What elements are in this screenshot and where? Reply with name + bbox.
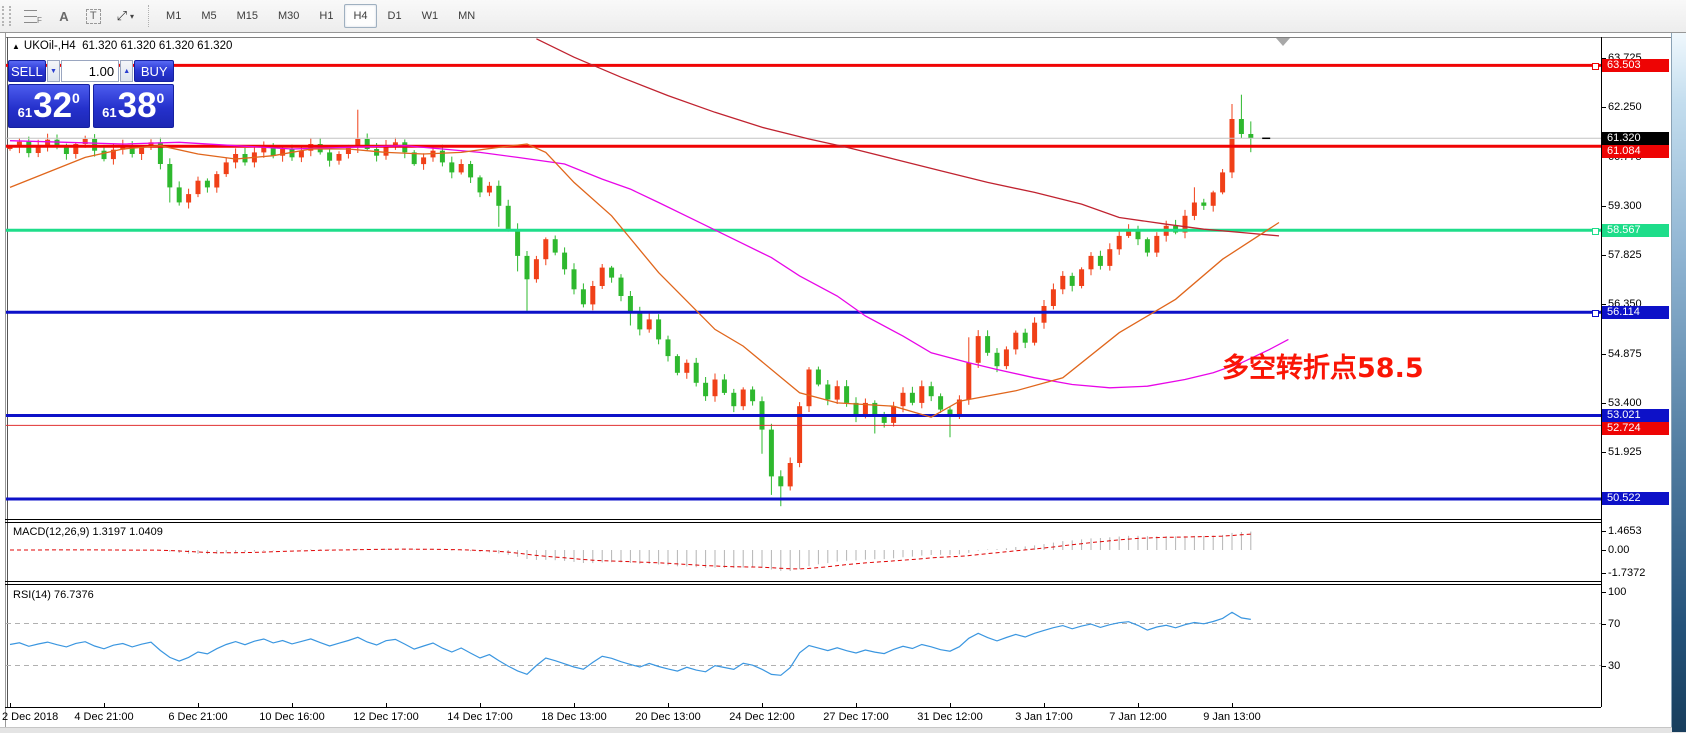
timeframe-M30[interactable]: M30 [269, 4, 308, 28]
rsi-tick [1601, 624, 1606, 625]
price-badge: 63.503 [1602, 59, 1669, 72]
price-tick [1601, 107, 1606, 108]
macd-tick [1601, 573, 1606, 574]
fibo-letter: F [37, 16, 42, 25]
bid-price-sup: 0 [72, 90, 80, 106]
rsi-axis-label: 100 [1608, 586, 1626, 598]
price-tick [1601, 255, 1606, 256]
chart-toolbar: F A T ⤢▾ M1M5M15M30H1H4D1W1MN [0, 0, 1686, 33]
bid-ask-tiles: 61 32 0 61 38 0 [8, 84, 174, 128]
rsi-axis-label: 70 [1608, 618, 1620, 630]
timeframe-M15[interactable]: M15 [228, 4, 267, 28]
chart-annotation: 多空转折点58.5 [1222, 346, 1424, 385]
price-badge: 53.021 [1602, 409, 1669, 422]
legend-symbol: UKOil-,H4 [24, 40, 76, 52]
macd-label: MACD(12,26,9) 1.3197 1.0409 [13, 526, 163, 538]
legend-ohlc-values: 61.320 61.320 61.320 61.320 [82, 40, 232, 52]
macd-axis-label: 0.00 [1608, 544, 1629, 556]
arrows-icon[interactable]: ⤢▾ [110, 4, 141, 28]
buy-button[interactable]: BUY [134, 60, 174, 82]
fibo-retracement-icon[interactable]: F [17, 4, 49, 28]
sell-price-tile[interactable]: 61 32 0 [8, 84, 90, 128]
price-tick-label: 53.400 [1608, 397, 1642, 409]
ask-price-sup: 0 [157, 90, 165, 106]
sell-button[interactable]: SELL [8, 60, 46, 82]
price-badge: 56.114 [1602, 306, 1669, 319]
price-tick-label: 54.875 [1608, 348, 1642, 360]
timeframe-W1[interactable]: W1 [413, 4, 448, 28]
volume-decrease-button[interactable]: ▼ [47, 60, 60, 82]
text-label-icon[interactable]: T [79, 4, 108, 28]
timeframe-M5[interactable]: M5 [192, 4, 225, 28]
bid-price-prefix: 61 [18, 105, 32, 120]
price-tick-label: 57.825 [1608, 249, 1642, 261]
price-tick [1601, 206, 1606, 207]
line-handle[interactable] [1592, 63, 1599, 70]
volume-increase-button[interactable]: ▲ [120, 60, 133, 82]
toolbar-separator [148, 5, 150, 27]
macd-axis-label: 1.4653 [1608, 525, 1642, 537]
text-icon-glyph: A [59, 9, 68, 24]
price-tick-label: 51.925 [1608, 446, 1642, 458]
price-badge: 58.567 [1602, 224, 1669, 237]
price-tick [1601, 452, 1606, 453]
line-handle[interactable] [1592, 310, 1599, 317]
timeframe-D1[interactable]: D1 [379, 4, 411, 28]
arrows-icon-glyph: ⤢ [117, 8, 127, 24]
price-badge: 61.084 [1602, 145, 1669, 158]
line-handle[interactable] [1592, 228, 1599, 235]
price-badge: 61.320 [1602, 132, 1669, 145]
timeframe-MN[interactable]: MN [449, 4, 484, 28]
ma-slow [536, 39, 1279, 236]
macd-tick [1601, 550, 1606, 551]
rsi-axis-label: 30 [1608, 660, 1620, 672]
one-click-trading-panel: SELL ▼ ▲ BUY 61 32 0 61 38 0 [8, 60, 174, 128]
rsi-tick [1601, 592, 1606, 593]
timeframe-M1[interactable]: M1 [157, 4, 190, 28]
price-tick [1601, 354, 1606, 355]
price-tick-label: 59.300 [1608, 200, 1642, 212]
dropdown-caret-icon[interactable]: ▾ [130, 12, 134, 21]
drawing-tools-group: F A T ⤢▾ [16, 4, 142, 28]
mt4-terminal: { "toolbar": { "tools": [ {"name":"fibo-… [0, 0, 1686, 732]
bid-price-big: 32 [33, 87, 72, 125]
collapse-triangle-icon[interactable]: ▲ [12, 42, 20, 51]
macd-tick [1601, 531, 1606, 532]
rsi-tick [1601, 666, 1606, 667]
text-label-icon-glyph: T [86, 9, 101, 24]
macd-axis-label: -1.7372 [1608, 567, 1645, 579]
price-tick-label: 62.250 [1608, 101, 1642, 113]
price-badge: 50.522 [1602, 492, 1669, 505]
timeframe-H1[interactable]: H1 [310, 4, 342, 28]
window-scrollbar[interactable] [1672, 33, 1686, 732]
trade-controls-row: SELL ▼ ▲ BUY [8, 60, 174, 82]
chart-legend: ▲ UKOil-,H4 61.320 61.320 61.320 61.320 [12, 40, 232, 52]
ask-price-prefix: 61 [102, 105, 116, 120]
buy-price-tile[interactable]: 61 38 0 [93, 84, 175, 128]
timeframe-H4[interactable]: H4 [344, 4, 376, 28]
volume-input[interactable] [61, 60, 119, 82]
timeframe-buttons-group: M1M5M15M30H1H4D1W1MN [156, 4, 485, 28]
price-badge: 52.724 [1602, 422, 1669, 435]
fibo-lines [24, 10, 37, 23]
ask-price-big: 38 [118, 87, 157, 125]
text-icon[interactable]: A [51, 4, 77, 28]
price-tick [1601, 403, 1606, 404]
toolbar-grip[interactable] [2, 6, 11, 26]
rsi-label: RSI(14) 76.7376 [13, 589, 94, 601]
